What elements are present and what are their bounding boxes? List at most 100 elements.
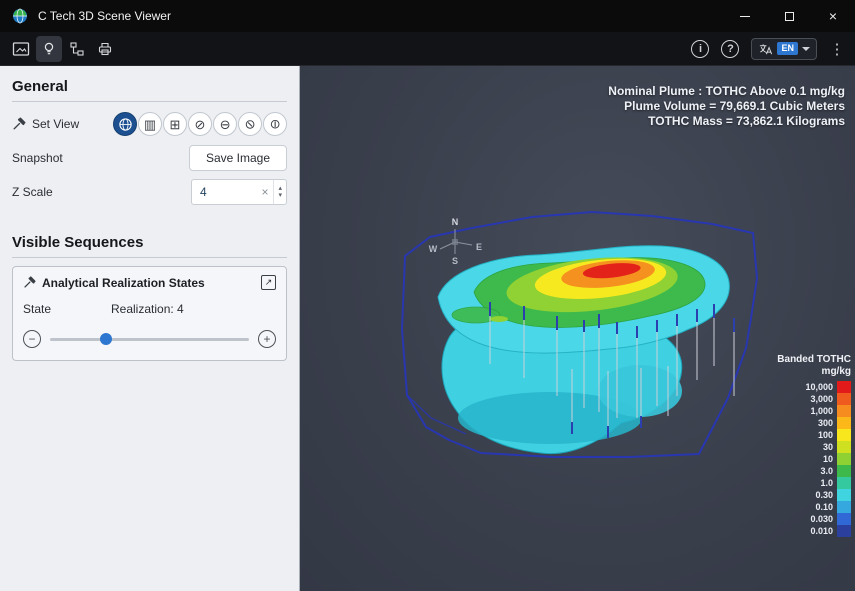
plume-stats-overlay: Nominal Plume : TOTHC Above 0.1 mg/kg Pl…: [608, 84, 845, 129]
view-button-plan[interactable]: ▥: [138, 112, 162, 136]
close-icon: ×: [829, 8, 837, 24]
decrement-button[interactable]: −: [23, 330, 41, 348]
wrench-icon: [12, 117, 26, 131]
legend-title: Banded TOTHC: [759, 354, 851, 366]
legend-row: 10,000: [759, 381, 851, 393]
more-options-button[interactable]: ⋮: [827, 40, 847, 58]
legend-swatch: [837, 441, 851, 453]
spin-down-icon[interactable]: ▾: [278, 192, 282, 199]
realization-label: Realization: 4: [111, 302, 184, 316]
info-button[interactable]: i: [691, 40, 709, 58]
legend-label: 10: [823, 453, 833, 465]
legend-row: 100: [759, 429, 851, 441]
legend-row: 1.0: [759, 477, 851, 489]
legend-swatch: [837, 501, 851, 513]
chevron-down-icon: [802, 47, 810, 51]
legend-swatch: [837, 513, 851, 525]
legend-label: 3.0: [820, 465, 833, 477]
legend-row: 300: [759, 417, 851, 429]
maximize-button[interactable]: [767, 0, 811, 32]
legend-swatch: [837, 417, 851, 429]
sequences-section-title: Visible Sequences: [12, 234, 287, 251]
legend-row: 0.010: [759, 525, 851, 537]
wrench-icon: [23, 276, 36, 289]
legend-row: 3.0: [759, 465, 851, 477]
legend-swatch: [837, 525, 851, 537]
tree-view-icon: [69, 41, 85, 57]
snapshot-label: Snapshot: [12, 151, 63, 165]
view-button-perspective[interactable]: [113, 112, 137, 136]
overlay-line: Nominal Plume : TOTHC Above 0.1 mg/kg: [608, 84, 845, 99]
legend-swatch: [837, 393, 851, 405]
increment-button[interactable]: +: [258, 330, 276, 348]
z-scale-stepper[interactable]: ▴ ▾: [273, 180, 286, 204]
minimize-button[interactable]: [723, 0, 767, 32]
help-icon: ?: [727, 43, 734, 55]
legend-label: 1,000: [810, 405, 833, 417]
maximize-icon: [785, 12, 794, 21]
legend-swatch: [837, 465, 851, 477]
view-button-iso-2[interactable]: ⊘: [213, 112, 237, 136]
legend-label: 0.10: [815, 501, 833, 513]
view-button-iso-1[interactable]: ⊘: [188, 112, 212, 136]
printer-icon: [97, 41, 113, 57]
plan-view-icon: ▥: [144, 118, 156, 131]
legend-swatch: [837, 381, 851, 393]
legend-label: 0.30: [815, 489, 833, 501]
z-scale-row: Z Scale × ▴ ▾: [12, 178, 287, 206]
legend-swatch: [837, 429, 851, 441]
popout-icon: ↗: [265, 277, 273, 288]
tree-view-button[interactable]: [64, 36, 90, 62]
compass-north-label: N: [452, 217, 459, 227]
close-button[interactable]: ×: [811, 0, 855, 32]
slider-thumb[interactable]: [100, 333, 112, 345]
print-button[interactable]: [92, 36, 118, 62]
legend-label: 0.030: [810, 513, 833, 525]
popout-button[interactable]: ↗: [261, 275, 276, 290]
snapshot-row: Snapshot Save Image: [12, 144, 287, 172]
clear-icon[interactable]: ×: [256, 185, 273, 199]
save-image-button[interactable]: Save Image: [189, 145, 287, 171]
realization-slider[interactable]: [50, 338, 249, 341]
scene-frame-icon: [12, 41, 30, 57]
view-button-quad[interactable]: ⊞: [163, 112, 187, 136]
lighting-toggle-button[interactable]: [36, 36, 62, 62]
app-window: C Tech 3D Scene Viewer ×: [0, 0, 855, 591]
iso-view-icon: ⊘: [244, 119, 257, 130]
compass-west-label: W: [429, 244, 438, 254]
legend-row: 10: [759, 453, 851, 465]
legend-swatch: [837, 489, 851, 501]
plume-body-lobe: [598, 365, 682, 417]
analytical-realization-card: Analytical Realization States ↗ State Re…: [12, 266, 287, 361]
legend-row: 0.10: [759, 501, 851, 513]
globe-icon: [118, 117, 133, 132]
compass-axes: N W E S: [429, 217, 482, 266]
plus-icon: +: [263, 333, 270, 345]
state-label: State: [23, 302, 111, 316]
legend-row: 1,000: [759, 405, 851, 417]
legend-units: mg/kg: [759, 366, 851, 378]
legend-label: 300: [818, 417, 833, 429]
z-scale-label: Z Scale: [12, 185, 53, 199]
help-button[interactable]: ?: [721, 40, 739, 58]
legend-label: 1.0: [820, 477, 833, 489]
language-selector[interactable]: EN: [751, 38, 817, 60]
z-scale-field: × ▴ ▾: [191, 179, 287, 205]
legend-label: 3,000: [810, 393, 833, 405]
general-section-title: General: [12, 78, 287, 95]
legend-row: 30: [759, 441, 851, 453]
minimize-icon: [740, 16, 750, 17]
legend-row: 0.030: [759, 513, 851, 525]
spin-up-icon[interactable]: ▴: [278, 185, 282, 192]
view-button-iso-3[interactable]: ⊘: [238, 112, 262, 136]
view-button-iso-4[interactable]: ⊘: [263, 112, 287, 136]
z-scale-input[interactable]: [192, 185, 256, 199]
quad-view-icon: ⊞: [170, 118, 181, 131]
realization-slider-row: − +: [23, 330, 276, 348]
set-view-row: Set View ▥ ⊞ ⊘ ⊘ ⊘ ⊘: [12, 110, 287, 138]
scene-frame-button[interactable]: [8, 36, 34, 62]
sidebar: General Set View: [0, 66, 300, 591]
lightbulb-icon: [41, 41, 57, 57]
color-legend: Banded TOTHC mg/kg 10,000 3,000 1,000 30…: [759, 354, 851, 537]
set-view-label-group: Set View: [12, 117, 79, 131]
